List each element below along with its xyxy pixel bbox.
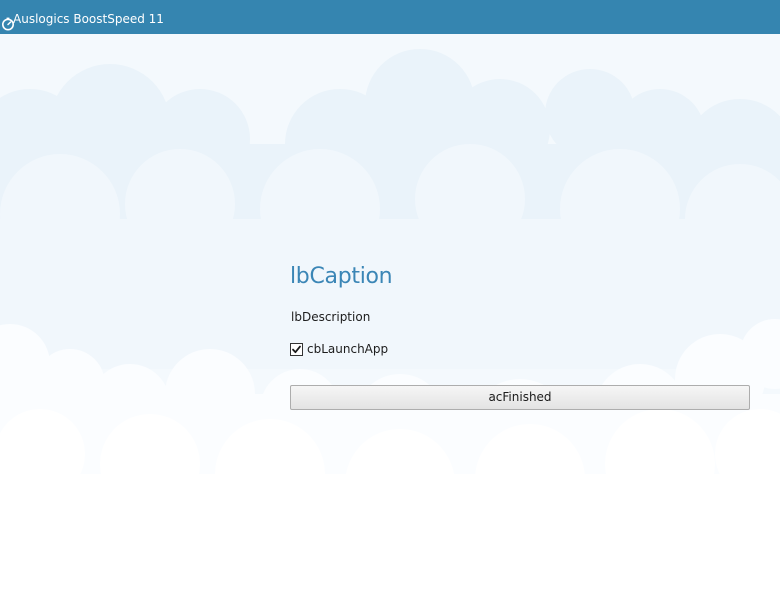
checkmark-icon [292, 345, 301, 353]
cloud-background [0, 34, 780, 590]
finish-button[interactable]: acFinished [290, 385, 750, 410]
title-bar: Auslogics BoostSpeed 11 [0, 0, 780, 34]
page-title: lbCaption [290, 264, 393, 289]
page-description: lbDescription [291, 310, 371, 324]
launch-app-checkbox-row[interactable]: cbLaunchApp [290, 341, 388, 357]
window-title: Auslogics BoostSpeed 11 [13, 12, 164, 26]
launch-app-label[interactable]: cbLaunchApp [307, 341, 388, 357]
launch-app-checkbox[interactable] [290, 342, 303, 356]
